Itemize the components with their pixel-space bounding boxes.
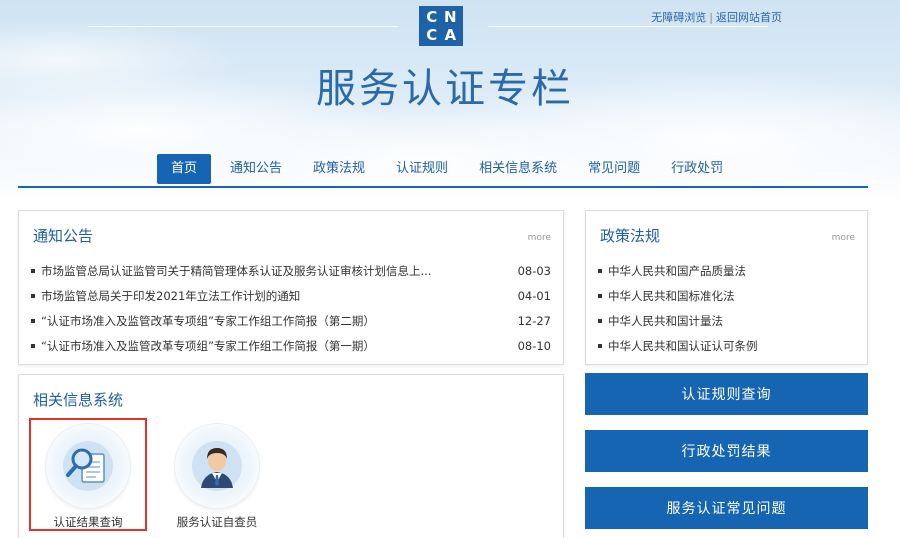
bullet-icon (598, 318, 602, 323)
system-label[interactable]: 服务认证自查员 (167, 514, 267, 530)
notice-item[interactable]: 市场监管总局认证监管司关于精简管理体系认证及服务认证审核计划信息上... 08-0… (31, 258, 551, 283)
link-separator: | (709, 11, 713, 24)
logo-letter: C (426, 25, 438, 44)
notice-date: 08-10 (517, 338, 551, 353)
policies-title: 政策法规 (600, 227, 661, 245)
policies-panel: 政策法规 more 中华人民共和国产品质量法 中华人民共和国标准化法 中华人民共… (585, 210, 868, 365)
bullet-icon (31, 293, 35, 298)
header-line-left (88, 26, 398, 27)
rule-query-button[interactable]: 认证规则查询 (585, 373, 868, 415)
person-avatar-icon (201, 448, 233, 488)
logo-letter: N (443, 8, 457, 26)
notice-item[interactable]: “认证市场准入及监管改革专项组”专家工作组工作简报（第二期） 12-27 (31, 308, 551, 333)
cnca-logo[interactable]: C N C A (419, 6, 463, 46)
nav-item-penalties[interactable]: 行政处罚 (659, 154, 735, 184)
nav-item-rules[interactable]: 认证规则 (384, 154, 460, 184)
logo-letter: A (444, 25, 457, 44)
header-line-right (488, 26, 768, 27)
nav-item-systems[interactable]: 相关信息系统 (467, 154, 569, 184)
policy-item[interactable]: 中华人民共和国产品质量法 (598, 258, 855, 283)
notice-item[interactable]: “认证市场准入及监管改革专项组”专家工作组工作简报（第一期） 08-10 (31, 333, 551, 358)
nav-item-policies[interactable]: 政策法规 (301, 154, 377, 184)
accessibility-link[interactable]: 无障碍浏览 (651, 11, 706, 24)
home-link[interactable]: 返回网站首页 (716, 11, 782, 24)
notices-more-link[interactable]: more (528, 233, 551, 243)
notice-date: 08-03 (517, 263, 551, 278)
notice-date: 04-01 (517, 288, 551, 303)
logo-letter: C (426, 8, 438, 26)
notices-title: 通知公告 (33, 227, 94, 245)
nav-item-home[interactable]: 首页 (157, 154, 212, 184)
top-links: 无障碍浏览 | 返回网站首页 (651, 9, 782, 25)
notice-title[interactable]: 市场监管总局关于印发2021年立法工作计划的通知 (41, 288, 508, 304)
site-title: 服务认证专栏 (316, 66, 574, 112)
notice-title[interactable]: 市场监管总局认证监管司关于精简管理体系认证及服务认证审核计划信息上... (41, 263, 508, 279)
nav-underline (18, 186, 868, 188)
policy-title[interactable]: 中华人民共和国认证认可条例 (608, 338, 855, 354)
highlight-box (29, 418, 147, 531)
notice-title[interactable]: “认证市场准入及监管改革专项组”专家工作组工作简报（第一期） (41, 338, 508, 354)
policy-item[interactable]: 中华人民共和国计量法 (598, 308, 855, 333)
bullet-icon (31, 343, 35, 348)
notice-item[interactable]: 市场监管总局关于印发2021年立法工作计划的通知 04-01 (31, 283, 551, 308)
bullet-icon (31, 268, 35, 273)
policy-item[interactable]: 中华人民共和国标准化法 (598, 283, 855, 308)
systems-title: 相关信息系统 (33, 391, 124, 409)
bullet-icon (598, 293, 602, 298)
nav-item-faq[interactable]: 常见问题 (576, 154, 652, 184)
bullet-icon (31, 318, 35, 323)
service-faq-button[interactable]: 服务认证常见问题 (585, 487, 868, 529)
bullet-icon (598, 268, 602, 273)
notice-title[interactable]: “认证市场准入及监管改革专项组”专家工作组工作简报（第二期） (41, 313, 508, 329)
policy-title[interactable]: 中华人民共和国标准化法 (608, 288, 855, 304)
policy-item[interactable]: 中华人民共和国认证认可条例 (598, 333, 855, 358)
penalty-result-button[interactable]: 行政处罚结果 (585, 430, 868, 472)
nav-item-notices[interactable]: 通知公告 (218, 154, 294, 184)
system-icon-circle (175, 424, 259, 508)
notices-panel: 通知公告 more 市场监管总局认证监管司关于精简管理体系认证及服务认证审核计划… (18, 210, 564, 365)
policy-title[interactable]: 中华人民共和国计量法 (608, 313, 855, 329)
bullet-icon (598, 343, 602, 348)
system-self-checker[interactable]: 服务认证自查员 (167, 424, 267, 530)
policy-title[interactable]: 中华人民共和国产品质量法 (608, 263, 855, 279)
notice-date: 12-27 (517, 313, 551, 328)
notices-list: 市场监管总局认证监管司关于精简管理体系认证及服务认证审核计划信息上... 08-0… (31, 258, 551, 358)
main-nav: 首页 通知公告 政策法规 认证规则 相关信息系统 常见问题 行政处罚 (157, 154, 742, 184)
policies-more-link[interactable]: more (832, 233, 855, 243)
policies-list: 中华人民共和国产品质量法 中华人民共和国标准化法 中华人民共和国计量法 中华人民… (598, 258, 855, 358)
